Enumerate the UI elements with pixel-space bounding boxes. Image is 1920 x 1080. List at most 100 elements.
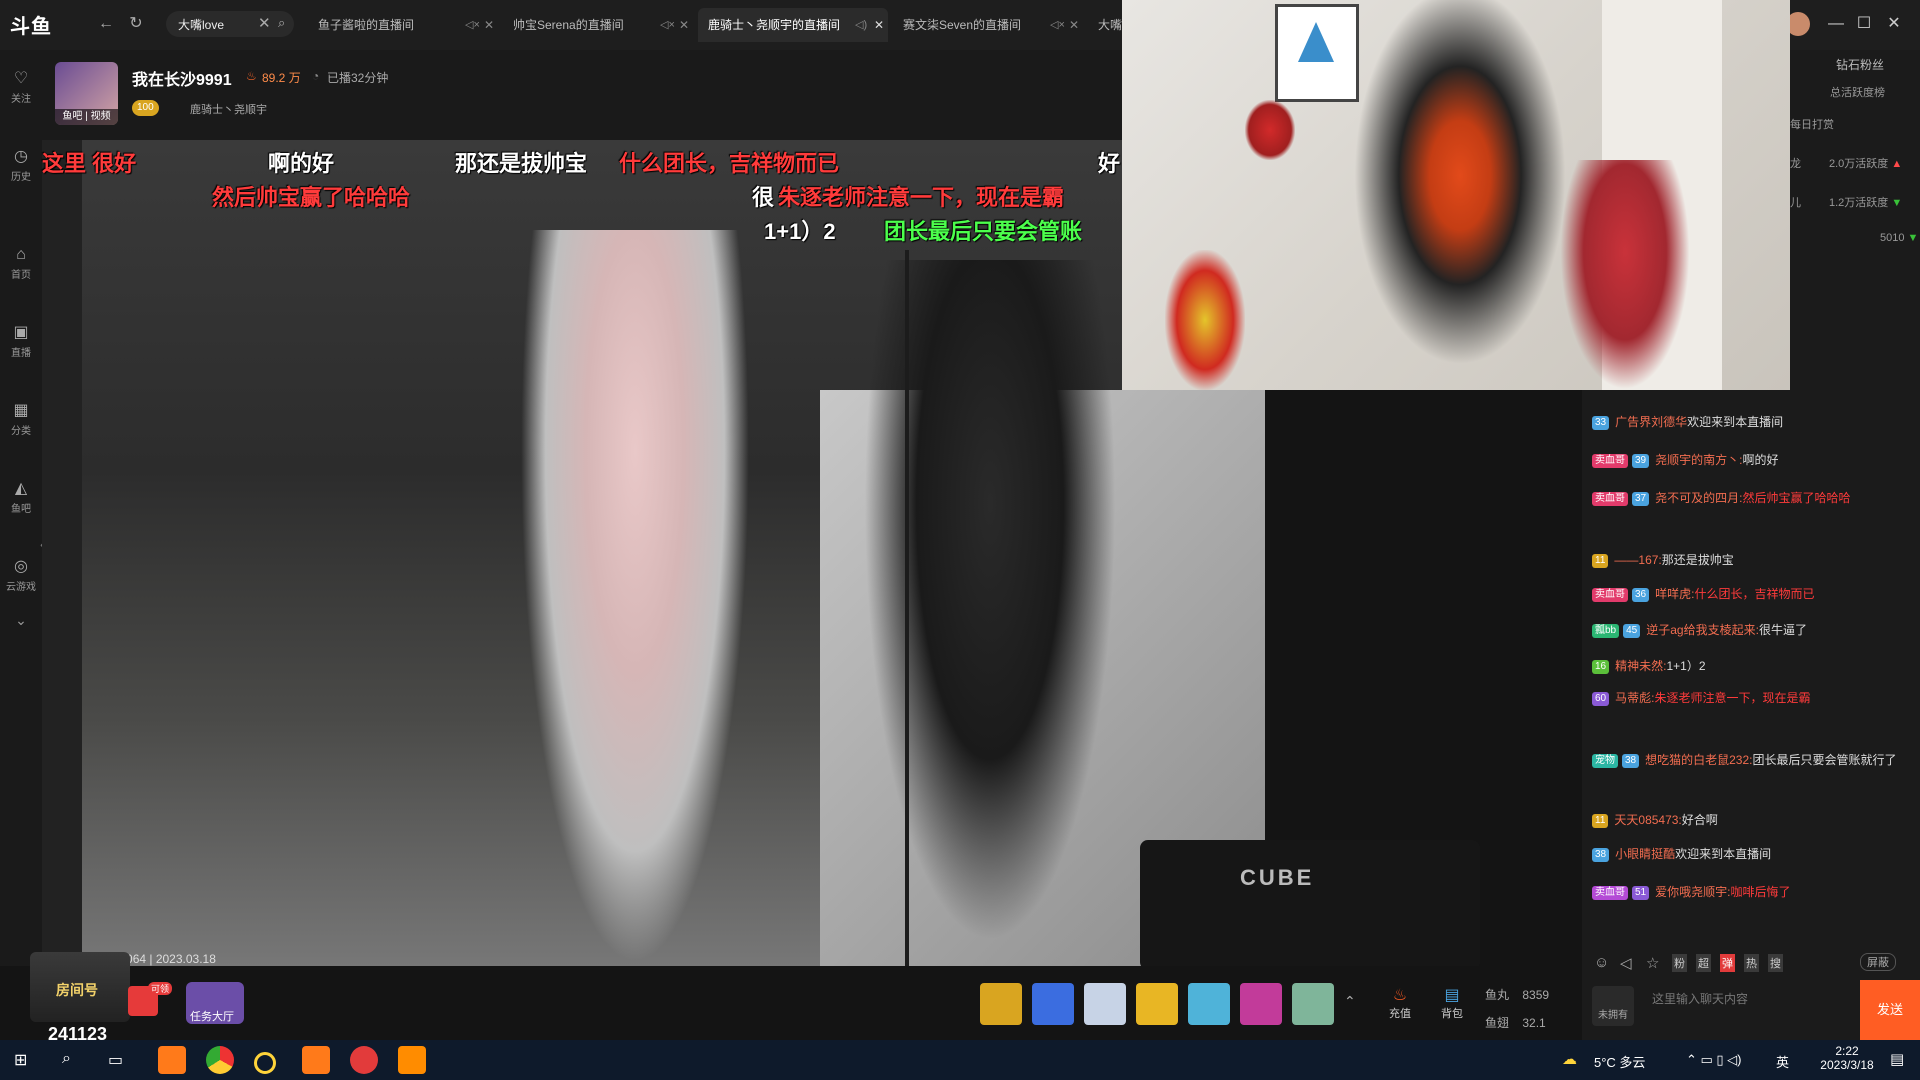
search-icon[interactable]: ⌕: [278, 15, 285, 31]
sidebar-item-cloudgame[interactable]: ◎ 云游戏: [0, 552, 42, 602]
chevron-down-icon[interactable]: ⌄: [0, 612, 42, 632]
tool-fan[interactable]: 粉: [1672, 954, 1687, 972]
not-owned-badge[interactable]: 未拥有: [1592, 986, 1634, 1026]
tv-icon: ▣: [13, 324, 29, 341]
tab-1[interactable]: 鱼子酱啦的直播间 ◁× ✕: [308, 8, 498, 42]
tab-5[interactable]: 大嘴: [1088, 8, 1122, 42]
danmaku-item: 什么团长，吉祥物而已: [619, 151, 840, 176]
chat-message: 宠物 38 想吃猫的白老鼠232:团长最后只要会管账就行了: [1592, 750, 1910, 770]
minimize-icon[interactable]: —: [1826, 14, 1846, 34]
close-icon[interactable]: ✕: [484, 8, 494, 42]
tray-icons[interactable]: ⌃ ▭ ▯ ◁): [1686, 1052, 1742, 1068]
recorder-icon[interactable]: [398, 1046, 426, 1074]
refresh-icon[interactable]: ↻: [126, 14, 146, 34]
stream-header: [42, 50, 1122, 140]
app-icon[interactable]: [254, 1052, 276, 1074]
clock[interactable]: 2:22 2023/3/18: [1812, 1044, 1882, 1072]
gift-item[interactable]: [1292, 983, 1334, 1025]
recharge-button[interactable]: ♨ 充值: [1380, 985, 1420, 1021]
windows-start-icon[interactable]: ⊞: [14, 1050, 27, 1070]
danmaku-item: 朱逐老师注意一下，现在是霸: [778, 185, 1065, 210]
chat-message: 60 马蒂彪:朱逐老师注意一下，现在是霸: [1592, 688, 1910, 708]
rank-row: 儿 1.2万活跃度 ▼: [1790, 197, 1903, 209]
chrome-icon[interactable]: [206, 1046, 234, 1074]
task-view-icon[interactable]: ▭: [108, 1050, 123, 1070]
danmaku-item: 很: [752, 185, 775, 210]
rank-row: 5010 ▼: [1880, 232, 1919, 244]
back-icon[interactable]: ←: [96, 14, 116, 34]
sidebar-item-follow[interactable]: ♡ 关注: [0, 64, 42, 114]
rank-title[interactable]: 钻石粉丝: [1836, 56, 1884, 73]
sidebar-item-category[interactable]: ▦ 分类: [0, 396, 42, 446]
tool-search[interactable]: 搜: [1768, 954, 1783, 972]
speaker-icon[interactable]: ◁): [855, 8, 867, 42]
weather-icon: ☁: [1562, 1051, 1577, 1068]
backpack-button[interactable]: ▤ 背包: [1432, 985, 1472, 1021]
netease-music-icon[interactable]: [350, 1046, 378, 1074]
clear-icon[interactable]: ✕: [258, 14, 271, 32]
horn-icon[interactable]: ◁: [1620, 954, 1632, 972]
sidebar-item-fishbar[interactable]: ◭ 鱼吧: [0, 474, 42, 524]
sidebar-item-home[interactable]: ⌂ 首页: [0, 240, 42, 290]
gamepad-icon: ◎: [14, 558, 28, 575]
avatar[interactable]: 鱼吧 | 视频: [55, 62, 118, 125]
douyu-app-icon[interactable]: [302, 1046, 330, 1074]
search-box[interactable]: 大嘴love ✕ ⌕: [166, 11, 294, 37]
ime-indicator[interactable]: 英: [1776, 1052, 1789, 1071]
streamer-name[interactable]: 我在长沙9991: [132, 66, 232, 90]
mute-icon[interactable]: ◁×: [1050, 8, 1065, 42]
heart-icon: ♡: [13, 70, 29, 87]
gift-item[interactable]: [1136, 983, 1178, 1025]
gift-item[interactable]: [980, 983, 1022, 1025]
maximize-icon[interactable]: ☐: [1854, 14, 1874, 34]
tool-hot[interactable]: 热: [1744, 954, 1759, 972]
weather-text[interactable]: 5°C 多云: [1594, 1052, 1645, 1071]
danmaku-item: 好: [1098, 151, 1121, 176]
douyu-app-icon[interactable]: [158, 1046, 186, 1074]
chevron-up-icon[interactable]: ⌃: [1344, 993, 1356, 1010]
notification-icon[interactable]: ▤: [1890, 1050, 1904, 1068]
home-icon: ⌂: [16, 246, 26, 263]
gift-item[interactable]: [1032, 983, 1074, 1025]
chat-message: 16 精神未然:1+1）2: [1592, 656, 1910, 676]
chat-input[interactable]: 这里输入聊天内容: [1652, 990, 1748, 1007]
danmaku-item: 团长最后只要会管账: [884, 219, 1083, 244]
block-button[interactable]: 屏蔽: [1860, 953, 1896, 971]
window-close-icon[interactable]: ✕: [1884, 14, 1904, 34]
smile-icon[interactable]: ☺: [1594, 954, 1609, 971]
mute-icon[interactable]: ◁×: [465, 8, 480, 42]
tool-super[interactable]: 超: [1696, 954, 1711, 972]
close-icon[interactable]: ✕: [874, 8, 884, 42]
fish-fin-row: 鱼翅 32.1: [1485, 1016, 1546, 1030]
sidebar-item-live[interactable]: ▣ 直播: [0, 318, 42, 368]
grid-icon: ▦: [13, 402, 29, 419]
room-label: 房间号: [56, 982, 98, 998]
search-input[interactable]: 大嘴love: [178, 16, 224, 33]
close-icon[interactable]: ✕: [679, 8, 689, 42]
backpack-icon: ▤: [1444, 987, 1460, 1004]
search-icon[interactable]: ⌕: [62, 1050, 71, 1068]
tool-danmaku[interactable]: 弹: [1720, 954, 1735, 972]
tab-4[interactable]: 赛文柒Seven的直播间 ◁× ✕: [893, 8, 1083, 42]
fan-level-badge[interactable]: 100: [132, 100, 159, 116]
rank-row: 龙 2.0万活跃度 ▲: [1790, 158, 1903, 170]
tab-3[interactable]: 鹿骑士丶尧顺宇的直播间 ◁) ✕: [698, 8, 888, 42]
avatar-caption[interactable]: 鱼吧 | 视频: [55, 109, 118, 125]
mute-icon[interactable]: ◁×: [660, 8, 675, 42]
chat-message: 卖血哥 36 咩咩虎:什么团长，吉祥物而已: [1592, 584, 1910, 604]
send-button[interactable]: 发送: [1860, 980, 1920, 1040]
gift-item[interactable]: [1188, 983, 1230, 1025]
close-icon[interactable]: ✕: [1069, 8, 1079, 42]
fish-icon: ◭: [14, 480, 28, 497]
star-icon[interactable]: ☆: [1646, 954, 1659, 972]
douyu-logo[interactable]: 斗鱼: [10, 10, 75, 40]
task-hall-label: 任务大厅: [190, 1011, 234, 1023]
gift-item[interactable]: [1240, 983, 1282, 1025]
pip-chair: [1560, 160, 1690, 390]
tab-2[interactable]: 帅宝Serena的直播间 ◁× ✕: [503, 8, 693, 42]
sidebar-item-history[interactable]: ◷ 历史: [0, 142, 42, 192]
gift-item[interactable]: [1084, 983, 1126, 1025]
rank-subtitle[interactable]: 总活跃度榜: [1830, 84, 1885, 100]
video-singer: [520, 230, 750, 966]
fish-ball-row: 鱼丸 8359: [1485, 988, 1550, 1002]
